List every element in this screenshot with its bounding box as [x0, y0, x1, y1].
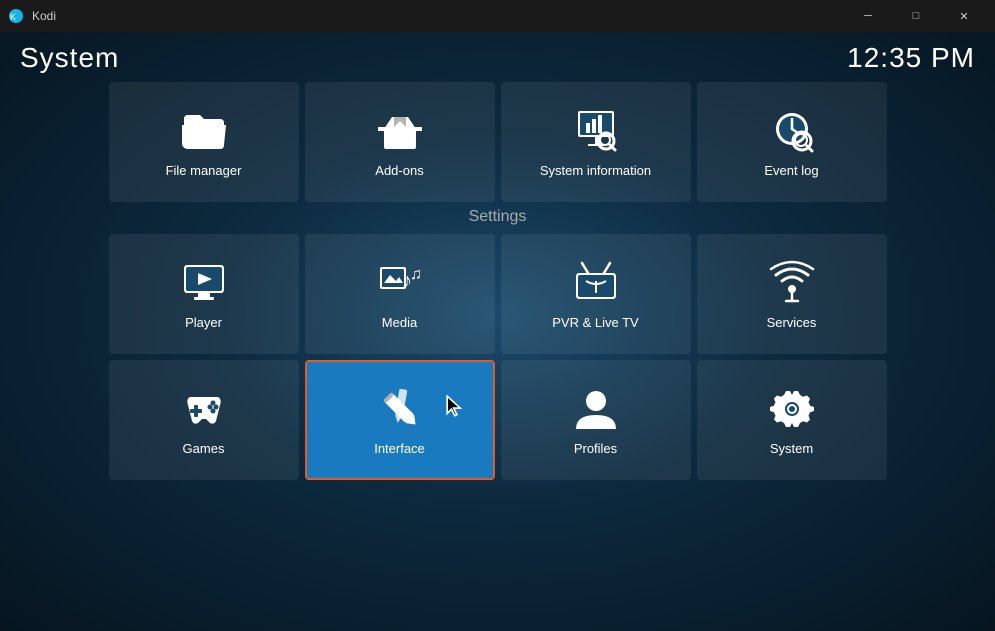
games-label: Games: [183, 441, 225, 456]
tile-row-1: File manager Add-ons: [20, 82, 975, 202]
tile-player[interactable]: Player: [109, 234, 299, 354]
tile-interface[interactable]: Interface: [305, 360, 495, 480]
tile-games[interactable]: Games: [109, 360, 299, 480]
system-label: System: [770, 441, 813, 456]
tile-system-information[interactable]: System information: [501, 82, 691, 202]
media-icon: ♪ ♫: [376, 259, 424, 307]
services-icon: [768, 259, 816, 307]
cursor-icon: [445, 394, 471, 420]
tile-profiles[interactable]: Profiles: [501, 360, 691, 480]
page-title: System: [20, 42, 119, 74]
titlebar: K Kodi ─ □ ✕: [0, 0, 995, 32]
tile-add-ons[interactable]: Add-ons: [305, 82, 495, 202]
tile-services[interactable]: Services: [697, 234, 887, 354]
clock: 12:35 PM: [847, 42, 975, 74]
media-label: Media: [382, 315, 417, 330]
profiles-icon: [572, 385, 620, 433]
interface-label: Interface: [374, 441, 425, 456]
file-manager-label: File manager: [166, 163, 242, 178]
add-ons-label: Add-ons: [375, 163, 423, 178]
main-content: System 12:35 PM File manager Add-ons: [0, 32, 995, 631]
maximize-button[interactable]: □: [893, 0, 939, 32]
system-info-icon: [572, 107, 620, 155]
system-info-label: System information: [540, 163, 651, 178]
settings-label: Settings: [20, 208, 975, 226]
tile-file-manager[interactable]: File manager: [109, 82, 299, 202]
tile-row-2: Player ♪ ♫ Media: [20, 234, 975, 354]
pvr-label: PVR & Live TV: [552, 315, 638, 330]
player-icon: [180, 259, 228, 307]
profiles-label: Profiles: [574, 441, 617, 456]
services-label: Services: [767, 315, 817, 330]
tile-row-3: Games Interface: [20, 360, 975, 480]
kodi-logo: K: [8, 8, 24, 24]
pvr-icon: [572, 259, 620, 307]
tile-media[interactable]: ♪ ♫ Media: [305, 234, 495, 354]
player-label: Player: [185, 315, 222, 330]
tile-system[interactable]: System: [697, 360, 887, 480]
tile-event-log[interactable]: Event log: [697, 82, 887, 202]
top-bar: System 12:35 PM: [20, 32, 975, 82]
interface-icon: [376, 385, 424, 433]
gamepad-icon: [180, 385, 228, 433]
addons-icon: [376, 107, 424, 155]
event-log-label: Event log: [764, 163, 818, 178]
svg-text:♫: ♫: [410, 266, 422, 283]
tile-pvr-live-tv[interactable]: PVR & Live TV: [501, 234, 691, 354]
window-controls: ─ □ ✕: [845, 0, 987, 32]
svg-text:K: K: [10, 12, 16, 22]
minimize-button[interactable]: ─: [845, 0, 891, 32]
system-settings-icon: [768, 385, 816, 433]
event-log-icon: [768, 107, 816, 155]
folder-icon: [180, 107, 228, 155]
close-button[interactable]: ✕: [941, 0, 987, 32]
titlebar-left: K Kodi: [8, 8, 56, 24]
app-title: Kodi: [32, 9, 56, 23]
